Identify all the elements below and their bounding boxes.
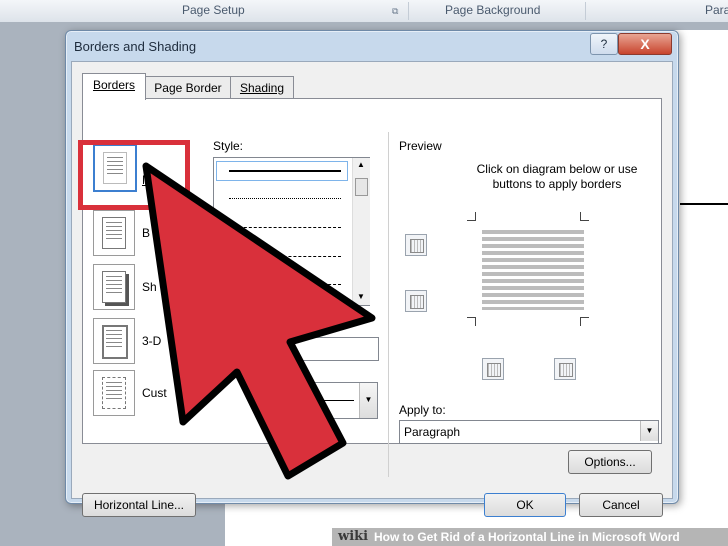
ribbon-group-page-setup: Page Setup: [182, 3, 245, 17]
dialog-title: Borders and Shading: [74, 39, 197, 54]
dialog-launcher-icon[interactable]: ⧉: [392, 6, 398, 17]
ribbon-group-paragraph: Para: [705, 3, 728, 17]
caption-brand: wiki: [338, 529, 369, 544]
right-border-button[interactable]: [554, 358, 576, 380]
top-border-icon: [410, 239, 424, 253]
close-button[interactable]: X: [618, 33, 672, 55]
help-button[interactable]: ?: [590, 33, 618, 55]
ok-button[interactable]: OK: [484, 493, 566, 517]
preview-hint: Click on diagram below or use: [476, 162, 638, 176]
preview-corner-mark: [467, 317, 476, 326]
preview-diagram[interactable]: [482, 230, 584, 310]
setting-shadow-icon[interactable]: [93, 264, 135, 310]
preview-corner-mark: [580, 317, 589, 326]
preview-corner-mark: [467, 212, 476, 221]
horizontal-line-button[interactable]: Horizontal Line...: [82, 493, 196, 517]
tab-page-border[interactable]: Page Border: [144, 76, 232, 99]
setting-box-icon[interactable]: [93, 210, 135, 256]
left-border-icon: [487, 363, 501, 377]
chevron-down-icon[interactable]: ▼: [640, 421, 658, 441]
caption-text: How to Get Rid of a Horizontal Line in M…: [374, 530, 680, 544]
ribbon-group-page-background: Page Background: [445, 3, 541, 17]
setting-custom-icon[interactable]: [93, 370, 135, 416]
setting-3d-icon[interactable]: [93, 318, 135, 364]
tab-label: Page Border: [154, 81, 222, 95]
right-border-icon: [559, 363, 573, 377]
preview-corner-mark: [580, 212, 589, 221]
tab-label: Shading: [239, 81, 285, 95]
cancel-button[interactable]: Cancel: [579, 493, 663, 517]
left-border-button[interactable]: [482, 358, 504, 380]
style-label: Style:: [213, 139, 244, 153]
ribbon-separator: [408, 2, 409, 20]
tab-borders[interactable]: Borders: [82, 73, 146, 100]
tab-label: Borders: [92, 78, 136, 92]
apply-to-select[interactable]: Paragraph ▼: [399, 420, 659, 444]
bottom-border-button[interactable]: [405, 290, 427, 312]
pointer-arrow-icon: [142, 162, 376, 480]
apply-to-label: Apply to:: [399, 403, 446, 417]
bottom-border-icon: [410, 295, 424, 309]
caption-bar: wiki How to Get Rid of a Horizontal Line…: [332, 528, 728, 546]
options-button[interactable]: Options...: [568, 450, 652, 474]
close-icon: X: [640, 36, 650, 52]
preview-label: Preview: [399, 139, 442, 153]
preview-hint: buttons to apply borders: [492, 177, 622, 191]
ribbon: Page Setup ⧉ Page Background Para: [0, 0, 728, 23]
top-border-button[interactable]: [405, 234, 427, 256]
ribbon-separator: [585, 2, 586, 20]
horizontal-line[interactable]: [680, 203, 728, 205]
apply-to-value: Paragraph: [404, 425, 461, 439]
tab-shading[interactable]: Shading: [230, 76, 294, 99]
